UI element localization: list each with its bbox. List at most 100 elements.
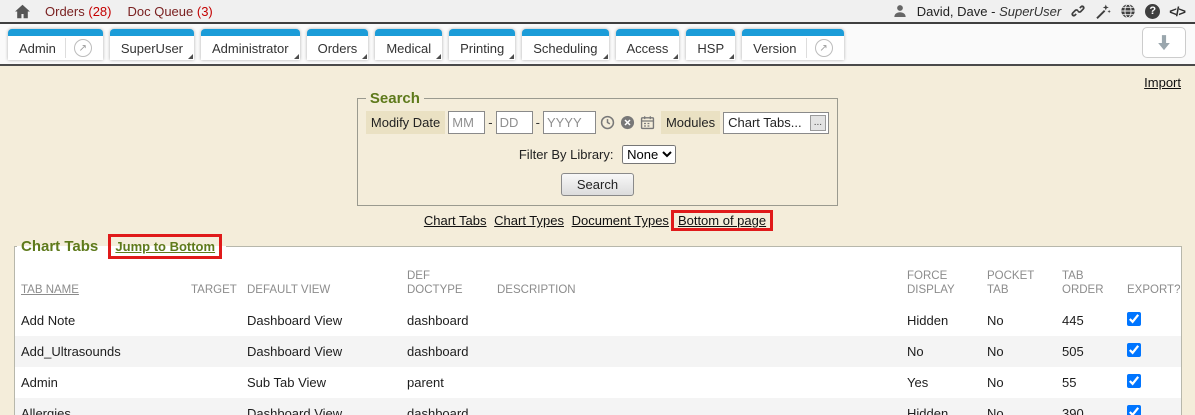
tab-administrator[interactable]: Administrator: [201, 29, 300, 60]
search-row-date: Modify Date - - Modules Chart Tabs... ..…: [366, 111, 829, 134]
tab-administrator-label: Administrator: [212, 41, 289, 56]
time-icon[interactable]: [600, 115, 615, 130]
nav-doc-queue[interactable]: Doc Queue (3): [127, 4, 212, 19]
col-target: TARGET: [185, 259, 241, 305]
jump-to-bottom-link[interactable]: Jump to Bottom: [115, 239, 215, 254]
search-legend: Search: [366, 90, 424, 107]
tab-access-label: Access: [627, 41, 669, 56]
cell-tab-name: Admin: [15, 367, 185, 398]
tab-hsp[interactable]: HSP: [686, 29, 735, 60]
user-role: SuperUser: [999, 4, 1061, 19]
tab-admin[interactable]: Admin ↗: [8, 29, 103, 60]
col-def-doctype: DEF DOCTYPE: [401, 259, 491, 305]
globe-icon[interactable]: [1120, 3, 1136, 19]
tab-orders[interactable]: Orders: [307, 29, 369, 60]
launch-icon[interactable]: ↗: [815, 39, 833, 57]
year-input[interactable]: [543, 111, 596, 134]
home-icon[interactable]: [14, 3, 31, 20]
table-row[interactable]: Allergies Dashboard View dashboard Hidde…: [15, 398, 1181, 415]
cell-tab-order: 445: [1056, 305, 1121, 336]
help-icon[interactable]: ?: [1145, 4, 1160, 19]
tab-superuser[interactable]: SuperUser: [110, 29, 194, 60]
tab-scheduling[interactable]: Scheduling: [522, 29, 608, 60]
calendar-icon[interactable]: [640, 115, 655, 130]
user-icon: [892, 3, 908, 19]
tab-printing[interactable]: Printing: [449, 29, 515, 60]
link-icon[interactable]: [1070, 3, 1086, 19]
export-checkbox[interactable]: [1127, 343, 1141, 357]
tab-medical-label: Medical: [386, 41, 431, 56]
cell-export: [1121, 305, 1181, 336]
topnav: Orders (28) Doc Queue (3): [45, 4, 213, 19]
import-row: Import: [0, 66, 1195, 90]
import-link[interactable]: Import: [1144, 75, 1181, 90]
export-checkbox[interactable]: [1127, 405, 1141, 415]
search-button[interactable]: Search: [561, 173, 634, 196]
cell-pocket-tab: No: [981, 367, 1056, 398]
annotation-box-jump-to-bottom: Jump to Bottom: [108, 234, 222, 259]
cell-export: [1121, 336, 1181, 367]
quick-links: Chart Tabs Chart Types Document Types Bot…: [0, 210, 1195, 231]
col-force-display: FORCE DISPLAY: [901, 259, 981, 305]
tab-superuser-label: SuperUser: [121, 41, 183, 56]
chart-tabs-legend: Chart Tabs: [21, 238, 98, 255]
tab-orders-label: Orders: [318, 41, 358, 56]
export-checkbox[interactable]: [1127, 312, 1141, 326]
cell-export: [1121, 367, 1181, 398]
table-row[interactable]: Add Note Dashboard View dashboard Hidden…: [15, 305, 1181, 336]
tab-admin-label: Admin: [19, 41, 56, 56]
nav-orders-label: Orders: [45, 4, 85, 19]
export-checkbox[interactable]: [1127, 374, 1141, 388]
link-chart-tabs[interactable]: Chart Tabs: [424, 213, 487, 228]
cell-tab-name: Add Note: [15, 305, 185, 336]
wand-icon[interactable]: [1095, 3, 1111, 19]
link-chart-types[interactable]: Chart Types: [494, 213, 564, 228]
col-tab-name[interactable]: TAB NAME: [15, 259, 185, 305]
launch-icon[interactable]: ↗: [74, 39, 92, 57]
modify-date-label: Modify Date: [366, 111, 445, 134]
day-input[interactable]: [496, 111, 533, 134]
cell-tab-order: 505: [1056, 336, 1121, 367]
cell-target: [185, 305, 241, 336]
nav-orders-count: (28): [88, 4, 111, 19]
cell-def-doctype: dashboard: [401, 305, 491, 336]
library-select[interactable]: None: [622, 145, 676, 164]
cell-description: [491, 336, 901, 367]
chart-tabs-table: TAB NAME TARGET DEFAULT VIEW DEF DOCTYPE…: [15, 259, 1181, 415]
cell-pocket-tab: No: [981, 305, 1056, 336]
nav-orders[interactable]: Orders (28): [45, 4, 111, 19]
month-input[interactable]: [448, 111, 485, 134]
annotation-box-bottom-of-page: Bottom of page: [671, 210, 773, 231]
modules-browse-button[interactable]: ...: [810, 115, 826, 131]
search-row-submit: Search: [366, 173, 829, 196]
col-tab-order: TAB ORDER: [1056, 259, 1121, 305]
modules-label: Modules: [661, 111, 720, 134]
clear-date-icon[interactable]: [620, 115, 635, 130]
nav-doc-queue-count: (3): [197, 4, 213, 19]
table-row[interactable]: Admin Sub Tab View parent Yes No 55: [15, 367, 1181, 398]
download-button[interactable]: [1142, 27, 1186, 58]
date-separator: -: [536, 115, 540, 130]
cell-export: [1121, 398, 1181, 415]
table-row[interactable]: Add_Ultrasounds Dashboard View dashboard…: [15, 336, 1181, 367]
modules-field[interactable]: Chart Tabs... ...: [723, 112, 829, 134]
link-bottom-of-page[interactable]: Bottom of page: [678, 213, 766, 228]
tab-version-label: Version: [753, 41, 796, 56]
chart-tabs-panel: Chart Tabs Jump to Bottom TAB NAME TARGE…: [14, 234, 1182, 415]
tab-access[interactable]: Access: [616, 29, 680, 60]
tab-medical[interactable]: Medical: [375, 29, 442, 60]
search-row-filter: Filter By Library: None: [366, 145, 829, 164]
cell-force-display: Hidden: [901, 305, 981, 336]
cell-force-display: No: [901, 336, 981, 367]
tab-version[interactable]: Version ↗: [742, 29, 843, 60]
cell-force-display: Hidden: [901, 398, 981, 415]
col-pocket-tab: POCKET TAB: [981, 259, 1056, 305]
cell-description: [491, 398, 901, 415]
col-default-view: DEFAULT VIEW: [241, 259, 401, 305]
search-panel: Search Modify Date - - Modules Chart Tab…: [357, 90, 838, 206]
filter-by-library-label: Filter By Library:: [519, 147, 614, 162]
tab-scheduling-label: Scheduling: [533, 41, 597, 56]
code-icon[interactable]: </>: [1169, 4, 1185, 19]
link-document-types[interactable]: Document Types: [572, 213, 669, 228]
cell-default-view: Sub Tab View: [241, 367, 401, 398]
